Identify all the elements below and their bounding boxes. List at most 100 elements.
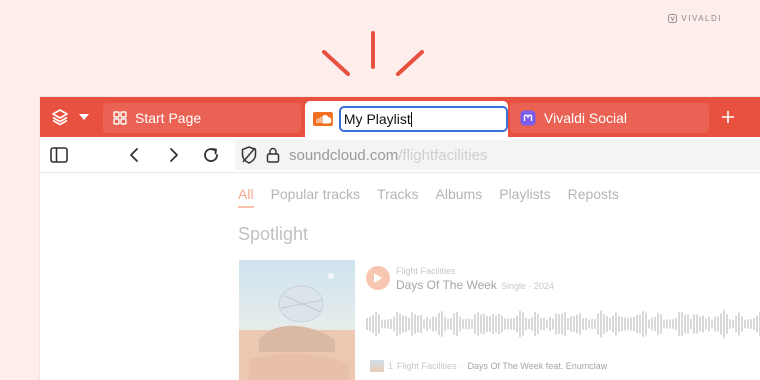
waveform-bar (510, 318, 512, 330)
forward-icon[interactable] (164, 145, 184, 165)
waveform-bar (573, 316, 575, 332)
waveform-bar (513, 318, 515, 330)
page-content: All Popular tracks Tracks Albums Playlis… (40, 174, 760, 380)
nav-tab-popular-tracks[interactable]: Popular tracks (271, 186, 360, 208)
waveform-bar (624, 317, 626, 331)
waveform-bar (603, 314, 605, 334)
nav-tab-all[interactable]: All (238, 186, 254, 208)
comment-track[interactable]: Days Of The Week feat. Enumclaw (468, 361, 608, 371)
waveform-bar (738, 312, 740, 336)
nav-tab-tracks[interactable]: Tracks (377, 186, 418, 208)
waveform-bar (462, 319, 464, 329)
waveform-bar (756, 315, 758, 333)
waveform-bar (402, 315, 404, 333)
tab-stack-icon[interactable] (50, 107, 70, 127)
waveform-bar (672, 319, 674, 329)
waveform-bar (540, 317, 542, 331)
waveform-bar (684, 314, 686, 334)
profile-nav: All Popular tracks Tracks Albums Playlis… (238, 186, 636, 208)
waveform-bar (405, 315, 407, 333)
waveform-bar (642, 311, 644, 337)
waveform-bar (369, 316, 371, 332)
panel-toggle-icon[interactable] (49, 145, 69, 165)
url-field[interactable]: soundcloud.com/flightfacilities (235, 140, 760, 170)
waveform-bar (453, 313, 455, 335)
chevron-down-icon[interactable] (76, 109, 92, 125)
waveform-bar (714, 316, 716, 332)
waveform-bar (537, 313, 539, 335)
waveform-bar (696, 314, 698, 334)
waveform-bar (576, 314, 578, 334)
album-artwork[interactable] (239, 260, 355, 380)
waveform-bar (396, 311, 398, 337)
tab-rename-input[interactable]: My Playlist (338, 106, 508, 132)
mastodon-icon (520, 110, 536, 126)
waveform-bar (675, 318, 677, 330)
text-cursor (410, 111, 412, 127)
lock-icon[interactable] (263, 145, 283, 165)
waveform-bar (627, 318, 629, 330)
waveform-bar (681, 311, 683, 337)
waveform-bar (465, 318, 467, 330)
waveform-bar (438, 312, 440, 336)
nav-tab-reposts[interactable]: Reposts (568, 186, 619, 208)
tab-my-playlist[interactable]: My Playlist (305, 101, 508, 137)
reload-icon[interactable] (201, 145, 221, 165)
waveform-bar (735, 315, 737, 333)
waveform-bar (366, 318, 368, 330)
waveform-bar (429, 319, 431, 329)
waveform-bar (615, 312, 617, 336)
new-tab-button[interactable] (716, 105, 740, 129)
track-title[interactable]: Days Of The Week (396, 278, 497, 292)
soundcloud-icon (313, 112, 333, 126)
back-icon[interactable] (124, 145, 144, 165)
waveform-bar (504, 318, 506, 330)
waveform-bar (702, 315, 704, 333)
nav-tab-albums[interactable]: Albums (436, 186, 483, 208)
url-path: /flightfacilities (398, 147, 488, 164)
waveform-bar (423, 319, 425, 329)
waveform-bar (621, 317, 623, 331)
waveform-bar (585, 318, 587, 330)
waveform-bar (456, 311, 458, 337)
waveform-bar (549, 317, 551, 331)
waveform-bar (582, 317, 584, 331)
comment-user[interactable]: Flight Facilities (397, 361, 457, 371)
waveform-bar (420, 314, 422, 334)
waveform[interactable] (366, 302, 760, 346)
waveform-bar (558, 314, 560, 334)
waveform-bar (387, 319, 389, 329)
grid-icon (113, 111, 127, 125)
tab-start-page[interactable]: Start Page (103, 103, 301, 133)
waveform-bar (411, 312, 413, 336)
section-title: Spotlight (238, 224, 309, 244)
waveform-bar (399, 313, 401, 335)
waveform-bar (579, 313, 581, 335)
nav-tab-playlists[interactable]: Playlists (499, 186, 550, 208)
waveform-bar (480, 314, 482, 334)
waveform-bar (708, 316, 710, 332)
waveform-bar (600, 310, 602, 338)
waveform-bar (750, 319, 752, 329)
track-title-row: Days Of The Week Single · 2024 (396, 278, 554, 292)
waveform-bar (495, 315, 497, 333)
waveform-bar (432, 316, 434, 332)
waveform-bar (630, 317, 632, 331)
track-meta: Single · 2024 (500, 281, 554, 291)
track-artist[interactable]: Flight Facilities (396, 266, 456, 276)
waveform-bar (543, 317, 545, 331)
waveform-bar (552, 318, 554, 330)
waveform-bar (375, 311, 377, 337)
play-button[interactable] (366, 266, 390, 290)
tracker-blocker-icon[interactable] (239, 145, 259, 165)
waveform-bar (570, 316, 572, 332)
waveform-bar (459, 316, 461, 332)
waveform-bar (720, 313, 722, 335)
waveform-bar (441, 311, 443, 337)
waveform-bar (639, 314, 641, 334)
waveform-bar (531, 317, 533, 331)
waveform-bar (669, 319, 671, 329)
tab-vivaldi-social[interactable]: Vivaldi Social (510, 103, 709, 133)
waveform-bar (474, 314, 476, 334)
waveform-bar (498, 313, 500, 335)
